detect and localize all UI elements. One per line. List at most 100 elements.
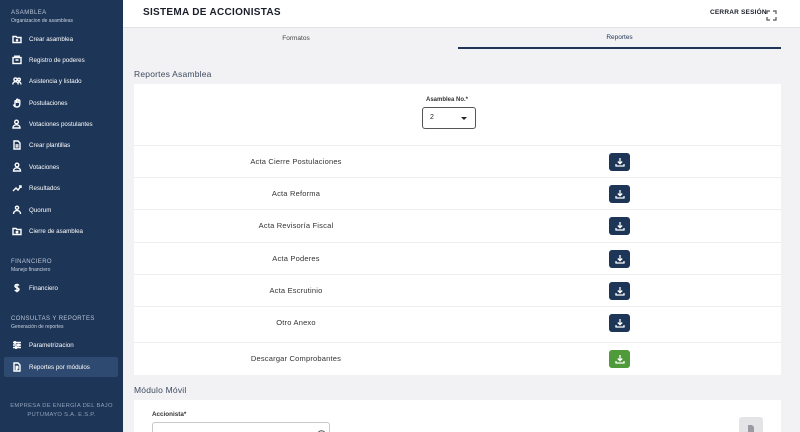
- caret-down-icon: [461, 117, 467, 120]
- section-subtitle: Manejo financiero: [11, 267, 51, 273]
- report-label: Acta Revisoría Fiscal: [258, 221, 334, 230]
- sliders-icon: [11, 339, 23, 351]
- sidebar-item-parametrizacion[interactable]: Parametrizacion: [4, 335, 118, 355]
- sidebar-item-label: Votaciones postulantes: [29, 120, 93, 128]
- dollar-icon: [11, 282, 23, 294]
- sidebar-item-label: Crear asamblea: [29, 35, 74, 43]
- report-row: Otro Anexo: [134, 306, 781, 338]
- company-line-2: PUTUMAYO S.A. E.S.P.: [27, 412, 96, 418]
- people-icon: [11, 204, 23, 216]
- download-button[interactable]: [609, 185, 630, 203]
- download-button[interactable]: [609, 217, 630, 235]
- sidebar-item-label: Votaciones: [29, 163, 60, 171]
- accionista-label: Accionista*: [152, 411, 187, 418]
- users-icon: [11, 75, 23, 87]
- asamblea-select[interactable]: 2: [422, 107, 476, 129]
- tab-bar: Formatos Reportes: [134, 28, 781, 49]
- hand-icon: [11, 97, 23, 109]
- download-icon: [614, 158, 625, 167]
- folder-close-icon: [11, 225, 23, 237]
- reportes-section-title: Reportes Asamblea: [134, 69, 212, 79]
- sidebar-item-resultados[interactable]: Resultados: [4, 178, 118, 198]
- section-title: ASAMBLEA: [11, 10, 47, 16]
- sidebar-section-financiero: FINANCIERO Manejo financiero: [11, 259, 52, 273]
- sidebar-section-asamblea: ASAMBLEA Organizacion de asambleas: [11, 10, 73, 24]
- sidebar-item-postulaciones[interactable]: Postulaciones: [4, 93, 118, 113]
- document-stack-icon: [11, 54, 23, 66]
- logout-button[interactable]: CERRAR SESIÓN: [710, 9, 767, 16]
- sidebar-item-crear-asamblea[interactable]: Crear asamblea: [4, 29, 118, 49]
- sidebar-item-cierre-asamblea[interactable]: Cierre de asamblea: [4, 221, 118, 241]
- sidebar-item-label: Postulaciones: [29, 99, 68, 107]
- sidebar-item-label: Quorum: [29, 206, 52, 214]
- movil-card: Accionista*: [134, 400, 781, 432]
- sidebar-item-label: Parametrizacion: [29, 341, 74, 349]
- download-button[interactable]: [609, 250, 630, 268]
- sidebar-item-reportes-modulos[interactable]: Reportes por módulos: [4, 357, 118, 377]
- report-row: Acta Revisoría Fiscal: [134, 209, 781, 241]
- report-label: Acta Reforma: [271, 189, 321, 198]
- company-name: EMPRESA DE ENERGÍA DEL BAJO PUTUMAYO S.A…: [0, 402, 123, 420]
- report-label: Acta Cierre Postulaciones: [250, 157, 342, 166]
- sidebar: ASAMBLEA Organizacion de asambleas Crear…: [0, 0, 123, 432]
- download-icon: [614, 355, 625, 364]
- asamblea-label: Asamblea No.*: [426, 97, 469, 103]
- download-icon: [614, 287, 625, 296]
- section-title: FINANCIERO: [11, 259, 53, 265]
- movil-section-title: Módulo Móvil: [134, 385, 187, 395]
- report-icon: [11, 361, 23, 373]
- download-button[interactable]: [609, 314, 630, 332]
- asamblea-value: 2: [430, 114, 434, 121]
- report-row: Acta Poderes: [134, 242, 781, 274]
- chart-line-icon: [11, 182, 23, 194]
- vote-icon: [11, 161, 23, 173]
- report-label: Descargar Comprobantes: [250, 354, 342, 363]
- sidebar-item-votaciones[interactable]: Votaciones: [4, 157, 118, 177]
- sidebar-item-label: Asistencia y listado: [29, 77, 82, 85]
- sidebar-item-label: Reportes por módulos: [29, 363, 90, 371]
- report-row: Acta Escrutinio: [134, 274, 781, 306]
- sidebar-item-label: Registro de poderes: [29, 56, 85, 64]
- file-icon: [11, 139, 23, 151]
- sidebar-item-label: Financiero: [29, 284, 58, 292]
- accionista-input[interactable]: [152, 422, 330, 432]
- sidebar-item-asistencia[interactable]: Asistencia y listado: [4, 71, 118, 91]
- sidebar-item-financiero[interactable]: Financiero: [4, 278, 118, 298]
- download-button[interactable]: [609, 153, 630, 171]
- sidebar-section-consultas: CONSULTAS Y REPORTES Generación de repor…: [11, 316, 95, 330]
- download-comprobantes-button[interactable]: [609, 350, 630, 368]
- help-icon[interactable]: [317, 426, 326, 432]
- download-icon: [614, 190, 625, 199]
- download-icon: [614, 222, 625, 231]
- section-subtitle: Generación de reportes: [11, 324, 64, 330]
- sidebar-item-crear-plantillas[interactable]: Crear plantillas: [4, 135, 118, 155]
- top-header: SISTEMA DE ACCIONISTAS CERRAR SESIÓN: [123, 0, 800, 28]
- section-subtitle: Organizacion de asambleas: [11, 18, 73, 24]
- folder-add-icon: [11, 33, 23, 45]
- report-row: Descargar Comprobantes: [134, 342, 781, 374]
- reportes-card: Asamblea No.* 2 Acta Cierre Postulacione…: [134, 84, 781, 375]
- tab-reportes[interactable]: Reportes: [458, 28, 781, 49]
- sidebar-item-label: Cierre de asamblea: [29, 227, 83, 235]
- download-icon: [614, 255, 625, 264]
- user-check-icon: [11, 118, 23, 130]
- fullscreen-icon[interactable]: [766, 8, 777, 21]
- report-row: Acta Cierre Postulaciones: [134, 145, 781, 177]
- tab-formatos[interactable]: Formatos: [134, 28, 458, 49]
- sidebar-item-registro-poderes[interactable]: Registro de poderes: [4, 50, 118, 70]
- report-row: Acta Reforma: [134, 177, 781, 209]
- sidebar-item-label: Crear plantillas: [29, 141, 71, 149]
- report-label: Acta Poderes: [272, 254, 320, 263]
- file-icon: [748, 425, 754, 432]
- company-line-1: EMPRESA DE ENERGÍA DEL BAJO: [10, 403, 113, 409]
- file-button[interactable]: [739, 417, 763, 432]
- sidebar-item-votaciones-postulantes[interactable]: Votaciones postulantes: [4, 114, 118, 134]
- section-title: CONSULTAS Y REPORTES: [11, 316, 95, 322]
- download-button[interactable]: [609, 282, 630, 300]
- download-icon: [614, 319, 625, 328]
- sidebar-item-label: Resultados: [29, 184, 60, 192]
- report-label: Otro Anexo: [276, 318, 316, 327]
- app-title: SISTEMA DE ACCIONISTAS: [143, 7, 281, 18]
- report-label: Acta Escrutinio: [269, 286, 323, 295]
- sidebar-item-quorum[interactable]: Quorum: [4, 200, 118, 220]
